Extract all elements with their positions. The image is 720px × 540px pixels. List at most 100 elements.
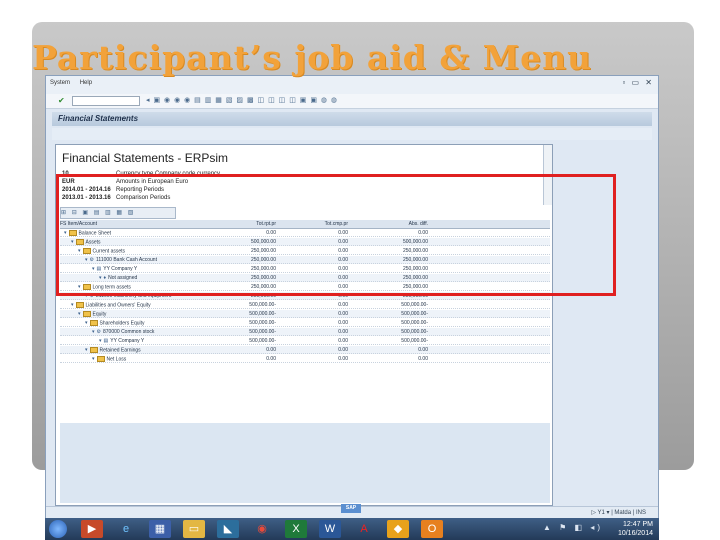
report-title: Financial Statements - ERPsim bbox=[62, 151, 229, 165]
excel-icon[interactable]: X bbox=[285, 520, 307, 538]
amount-cell: 250,000.00 bbox=[250, 284, 276, 290]
expand-arrow-icon[interactable]: ▾ bbox=[99, 338, 102, 344]
table-row[interactable]: ▾ ▤ YY Company Y 500,000.00- 0.00 500,000.00- bbox=[60, 337, 550, 345]
table-row[interactable]: ▾ ▤ YY Company Y 250,000.00 0.00 250,000.00 bbox=[60, 265, 550, 273]
app-icon[interactable]: ◣ bbox=[217, 520, 239, 538]
table-row[interactable]: ▾ ⚙ 211000 Machinery and equipment 250,000.… bbox=[60, 292, 550, 300]
fs-item-name[interactable]: ▾ Net Loss bbox=[60, 356, 126, 362]
column-header[interactable]: Abs. diff. bbox=[380, 221, 428, 227]
company-icon: ▤ bbox=[96, 266, 102, 272]
amount-cell: 0.00 bbox=[338, 284, 348, 290]
fs-item-name[interactable]: ▾ Long term assets bbox=[60, 284, 131, 290]
column-header[interactable]: FS Item/Account bbox=[60, 221, 97, 227]
command-field[interactable] bbox=[72, 96, 140, 106]
amount-cell: 250,000.00 bbox=[402, 293, 428, 299]
outlook-icon[interactable]: O bbox=[421, 520, 443, 538]
table-row[interactable]: ▾ Long term assets 250,000.00 0.00 250,000.0… bbox=[60, 283, 550, 291]
word-icon[interactable]: W bbox=[319, 520, 341, 538]
amount-cell: 250,000.00 bbox=[250, 257, 276, 263]
table-row[interactable]: ▾ Shareholders Equity 500,000.00- 0.00 500,0… bbox=[60, 319, 550, 327]
amount-cell: 0.00 bbox=[266, 347, 276, 353]
account-icon: ⚙ bbox=[89, 293, 94, 299]
fs-item-name[interactable]: ▾ Assets bbox=[60, 239, 101, 245]
clock[interactable]: 12:47 PM 10/16/2014 bbox=[618, 520, 653, 538]
report-header-line: 2013.01 - 2013.16 Comparison Periods bbox=[62, 195, 171, 201]
system-tray[interactable]: ▲ ⚑ ◧ ◂) bbox=[543, 523, 603, 532]
amount-cell: 0.00 bbox=[338, 329, 348, 335]
amount-cell: 250,000.00 bbox=[402, 248, 428, 254]
table-row[interactable]: ▾ Equity 500,000.00- 0.00 500,000.00- bbox=[60, 310, 550, 318]
amount-cell: 250,000.00 bbox=[402, 266, 428, 272]
table-row[interactable]: ▾ ⚙ 111000 Bank Cash Account 250,000.00 0.00… bbox=[60, 256, 550, 264]
column-header[interactable]: Tot.cmp.pr bbox=[300, 221, 348, 227]
fs-item-name[interactable]: ▾ ⚙ 870000 Common stock bbox=[60, 329, 154, 335]
table-row[interactable]: ▾ Balance Sheet 0.00 0.00 0.00 bbox=[60, 229, 550, 237]
column-header[interactable]: Tot.rpt.pr bbox=[228, 221, 276, 227]
sap-window: System Help ▫ ▭ ✕ ✔ ◂ ▣ ◉ ◉ ◉ ▤ ▥ ▦ ▧ ▨ … bbox=[45, 75, 659, 520]
report-header-line: 10 Currency type Company code currency bbox=[62, 171, 221, 177]
expand-arrow-icon[interactable]: ▾ bbox=[78, 248, 81, 254]
expand-arrow-icon[interactable]: ▾ bbox=[78, 284, 81, 290]
expand-arrow-icon[interactable]: ▾ bbox=[99, 275, 102, 281]
amount-cell: 0.00 bbox=[338, 239, 348, 245]
alv-toolbar[interactable]: ⊞ ⊟ ▣ ▤ ▥ ▦ ▧ bbox=[60, 207, 176, 219]
fs-item-name[interactable]: ▾ ▤ YY Company Y bbox=[60, 266, 137, 272]
media-player-icon[interactable]: ▶ bbox=[81, 520, 103, 538]
expand-arrow-icon[interactable]: ▾ bbox=[85, 293, 88, 299]
expand-arrow-icon[interactable]: ▾ bbox=[71, 239, 74, 245]
menu-item-system[interactable]: System bbox=[50, 80, 70, 86]
app-icon[interactable]: ◆ bbox=[387, 520, 409, 538]
table-row[interactable]: ▾ Net Loss 0.00 0.00 0.00 bbox=[60, 355, 550, 363]
table-row[interactable]: ▾ ♦ Not assigned 250,000.00 0.00 250,000.00 bbox=[60, 274, 550, 282]
folder-icon[interactable]: ▭ bbox=[183, 520, 205, 538]
menu-item-help[interactable]: Help bbox=[80, 80, 92, 86]
folder-icon bbox=[82, 248, 91, 254]
fs-item-name[interactable]: ▾ Balance Sheet bbox=[60, 230, 111, 236]
table-row[interactable]: ▾ Current assets 250,000.00 0.00 250,000.00 bbox=[60, 247, 550, 255]
expand-arrow-icon[interactable]: ▾ bbox=[71, 302, 74, 308]
amount-cell: 250,000.00 bbox=[402, 257, 428, 263]
start-button[interactable] bbox=[49, 520, 67, 538]
folder-icon bbox=[68, 230, 77, 236]
fs-item-name[interactable]: ▾ Liabilities and Owners' Equity bbox=[60, 302, 151, 308]
expand-arrow-icon[interactable]: ▾ bbox=[85, 320, 88, 326]
amount-cell: 500,000.00 bbox=[402, 239, 428, 245]
fs-item-name[interactable]: ▾ Equity bbox=[60, 311, 106, 317]
fs-item-name[interactable]: ▾ ▤ YY Company Y bbox=[60, 338, 144, 344]
amount-cell: 0.00 bbox=[418, 347, 428, 353]
browser-icon[interactable]: e bbox=[115, 520, 137, 538]
expand-arrow-icon[interactable]: ▾ bbox=[78, 311, 81, 317]
fs-item-name[interactable]: ▾ ⚙ 111000 Bank Cash Account bbox=[60, 257, 157, 263]
report-header-line: 2014.01 - 2014.16 Reporting Periods bbox=[62, 187, 165, 193]
fs-item-name[interactable]: ▾ ♦ Not assigned bbox=[60, 275, 137, 281]
table-row[interactable]: ▾ Assets 500,000.00 0.00 500,000.00 bbox=[60, 238, 550, 246]
table-row[interactable]: ▾ Retained Earnings 0.00 0.00 0.00 bbox=[60, 346, 550, 354]
application-toolbar bbox=[52, 128, 652, 140]
amount-cell: 0.00 bbox=[338, 257, 348, 263]
window-controls[interactable]: ▫ ▭ ✕ bbox=[622, 78, 654, 87]
fs-item-name[interactable]: ▾ Shareholders Equity bbox=[60, 320, 145, 326]
table-row[interactable]: ▾ Liabilities and Owners' Equity 500,000.0… bbox=[60, 301, 550, 309]
fs-item-name[interactable]: ▾ Current assets bbox=[60, 248, 125, 254]
expand-arrow-icon[interactable]: ▾ bbox=[92, 356, 95, 362]
pdf-icon[interactable]: A bbox=[353, 520, 375, 538]
expand-arrow-icon[interactable]: ▾ bbox=[92, 266, 95, 272]
fs-item-name[interactable]: ▾ ⚙ 211000 Machinery and equipment bbox=[60, 293, 171, 299]
expand-arrow-icon[interactable]: ▾ bbox=[92, 329, 95, 335]
folder-icon bbox=[89, 320, 98, 326]
header-scrollbar[interactable] bbox=[543, 145, 552, 205]
slide-title: Participant’s job aid & Menu bbox=[32, 38, 593, 77]
amount-cell: 500,000.00- bbox=[401, 329, 428, 335]
toolbar-icons[interactable]: ◂ ▣ ◉ ◉ ◉ ▤ ▥ ▦ ▧ ▨ ▩ ◫ ◫ ◫ ◫ ▣ ▣ ◍ ◍ bbox=[146, 96, 338, 104]
app-icon[interactable]: ▦ bbox=[149, 520, 171, 538]
fs-item-name[interactable]: ▾ Retained Earnings bbox=[60, 347, 141, 353]
amount-cell: 500,000.00- bbox=[249, 320, 276, 326]
enter-check-icon[interactable]: ✔ bbox=[58, 96, 65, 105]
chrome-icon[interactable]: ◉ bbox=[251, 520, 273, 538]
expand-arrow-icon[interactable]: ▾ bbox=[85, 257, 88, 263]
expand-arrow-icon[interactable]: ▾ bbox=[64, 230, 67, 236]
expand-arrow-icon[interactable]: ▾ bbox=[85, 347, 88, 353]
table-row[interactable]: ▾ ⚙ 870000 Common stock 500,000.00- 0.00 500,… bbox=[60, 328, 550, 336]
report-pane: Financial Statements - ERPsim 10 Currency… bbox=[55, 144, 553, 506]
amount-cell: 0.00 bbox=[338, 230, 348, 236]
